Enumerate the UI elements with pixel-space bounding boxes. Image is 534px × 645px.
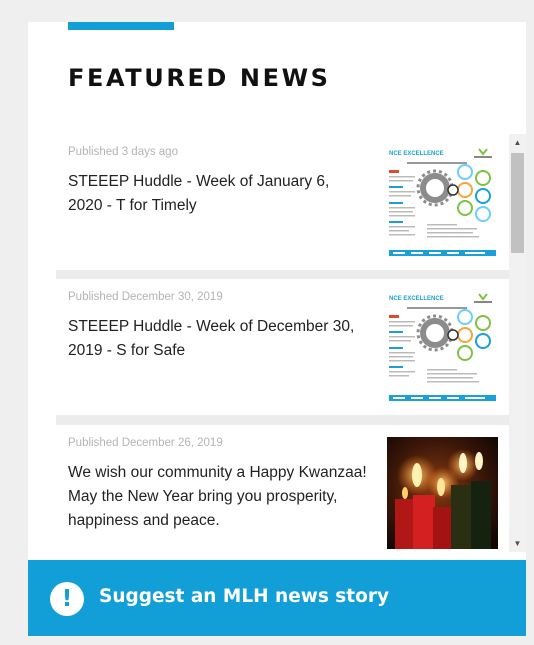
news-feed[interactable]: Published 3 days ago STEEEP Huddle - Wee…	[56, 134, 526, 552]
thumb-header: NCE EXCELLENCE	[389, 296, 444, 302]
candles-thumbnail-image	[387, 437, 498, 549]
accent-bar	[68, 22, 174, 30]
news-item[interactable]: Published December 30, 2019 STEEEP Huddl…	[56, 279, 509, 415]
suggest-news-button[interactable]: ! Suggest an MLH news story	[28, 560, 526, 636]
news-thumbnail[interactable]: NCE EXCELLENCE	[387, 146, 498, 258]
news-published: Published December 30, 2019	[68, 291, 223, 303]
section-heading: FEATURED NEWS	[68, 64, 331, 92]
news-published: Published December 26, 2019	[68, 437, 223, 449]
thumb-header: NCE EXCELLENCE	[389, 151, 444, 157]
newsletter-thumbnail-image: NCE EXCELLENCE	[387, 291, 498, 403]
suggest-news-label: Suggest an MLH news story	[99, 586, 390, 607]
scroll-down-arrow-icon[interactable]: ▼	[509, 535, 526, 552]
newsletter-thumbnail-image: NCE EXCELLENCE	[387, 146, 498, 258]
feed-scrollbar[interactable]: ▲ ▼	[509, 134, 526, 552]
featured-news-widget: FEATURED NEWS Published 3 days ago STEEE…	[28, 22, 526, 636]
news-item[interactable]: Published 3 days ago STEEEP Huddle - Wee…	[56, 134, 509, 270]
news-published: Published 3 days ago	[68, 146, 178, 158]
news-title-link[interactable]: STEEEP Huddle - Week of January 6, 2020 …	[68, 170, 368, 218]
news-title-link[interactable]: We wish our community a Happy Kwanzaa! M…	[68, 461, 368, 533]
news-item[interactable]: Published December 26, 2019 We wish our …	[56, 425, 509, 552]
news-thumbnail[interactable]: NCE EXCELLENCE	[387, 291, 498, 403]
scrollbar-thumb[interactable]	[511, 153, 524, 253]
exclamation-circle-icon: !	[50, 582, 84, 616]
news-thumbnail[interactable]	[387, 437, 498, 549]
scroll-up-arrow-icon[interactable]: ▲	[509, 134, 526, 151]
news-title-link[interactable]: STEEEP Huddle - Week of December 30, 201…	[68, 315, 368, 363]
